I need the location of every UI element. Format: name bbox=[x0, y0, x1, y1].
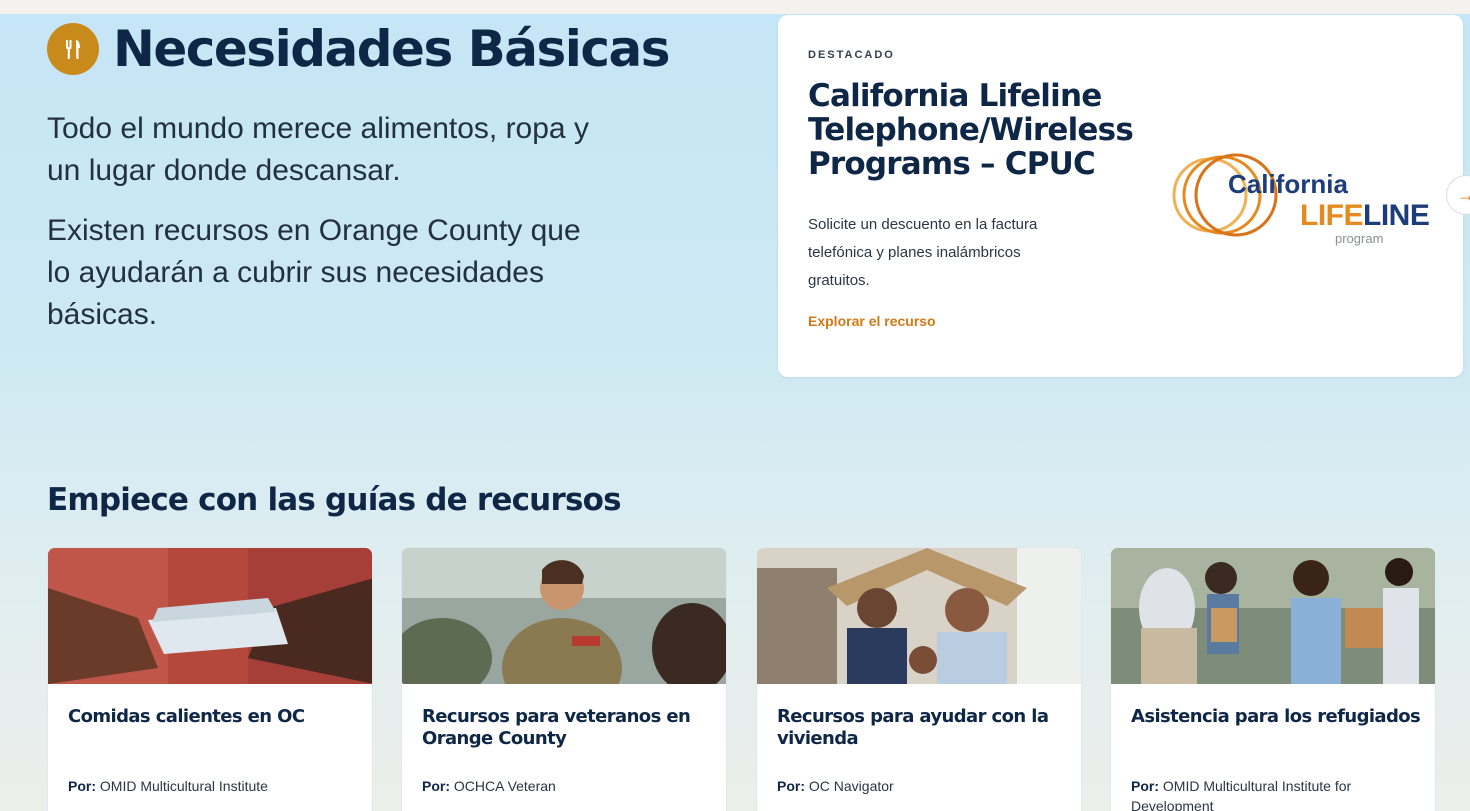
top-strip bbox=[0, 0, 1470, 14]
california-lifeline-logo: California LIFELINE program bbox=[1168, 143, 1430, 253]
guide-card[interactable]: Recursos para veteranos en Orange County… bbox=[401, 547, 727, 811]
featured-resource-card[interactable]: DESTACADO California Lifeline Telephone/… bbox=[778, 15, 1463, 377]
refugee-assistance-photo bbox=[1111, 548, 1435, 684]
utensils-icon bbox=[47, 23, 99, 75]
intro-paragraph-1: Todo el mundo merece alimentos, ropa y u… bbox=[47, 112, 589, 187]
logo-text-lifeline: LIFELINE bbox=[1300, 199, 1430, 232]
arrow-right-icon: → bbox=[1457, 184, 1470, 205]
guide-card[interactable]: Comidas calientes en OC Por: OMID Multic… bbox=[47, 547, 373, 811]
guide-author: Por: OCHCA Veteran bbox=[422, 778, 556, 794]
guide-author: Por: OMID Multicultural Institute for De… bbox=[1131, 778, 1352, 811]
guide-title[interactable]: Recursos para veteranos en Orange County bbox=[422, 706, 712, 750]
intro-text: Todo el mundo merece alimentos, ropa y u… bbox=[47, 108, 607, 354]
guide-title[interactable]: Comidas calientes en OC bbox=[68, 706, 358, 728]
guide-author: Por: OC Navigator bbox=[777, 778, 894, 794]
guide-author: Por: OMID Multicultural Institute bbox=[68, 778, 268, 794]
featured-description: Solicite un descuento en la factura tele… bbox=[808, 216, 1038, 289]
guide-title[interactable]: Asistencia para los refugiados bbox=[1131, 706, 1421, 728]
page-header: Necesidades Básicas bbox=[47, 20, 671, 78]
intro-paragraph-2: Existen recursos en Orange County que lo… bbox=[47, 214, 581, 331]
guides-section-title: Empiece con las guías de recursos bbox=[47, 482, 622, 518]
family-housing-photo bbox=[757, 548, 1081, 684]
guide-card[interactable]: Asistencia para los refugiados Por: OMID… bbox=[1110, 547, 1436, 811]
logo-text-california: California bbox=[1228, 169, 1348, 199]
explore-resource-link[interactable]: Explorar el recurso bbox=[808, 313, 936, 329]
food-handoff-photo bbox=[48, 548, 372, 684]
guide-card[interactable]: Recursos para ayudar con la vivienda Por… bbox=[756, 547, 1082, 811]
featured-title[interactable]: California Lifeline Telephone/Wireless P… bbox=[808, 79, 1134, 181]
veterans-photo bbox=[402, 548, 726, 684]
featured-kicker: DESTACADO bbox=[808, 49, 895, 61]
logo-text-program: program bbox=[1335, 231, 1384, 246]
guide-title[interactable]: Recursos para ayudar con la vivienda bbox=[777, 706, 1067, 750]
page-title: Necesidades Básicas bbox=[113, 20, 671, 78]
